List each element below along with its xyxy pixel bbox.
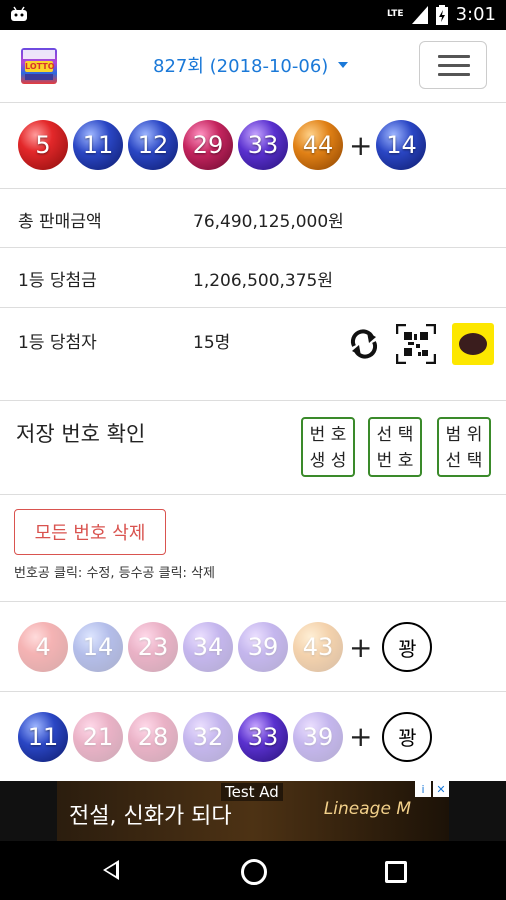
result-badge[interactable]: 꽝 <box>382 622 433 672</box>
refresh-icon[interactable] <box>348 328 380 360</box>
select-line1: 선 택 <box>376 425 414 445</box>
ad-headline: 전설, 신화가 되다 <box>69 804 232 829</box>
number-ball[interactable]: 23 <box>128 622 178 672</box>
delete-all-button[interactable]: 모든 번호 삭제 <box>14 509 166 555</box>
total-sales-value: 76,490,125,000원 <box>193 212 344 232</box>
winning-ball[interactable]: 33 <box>238 120 288 170</box>
saved-row: 4 14 23 34 39 43 + 꽝 <box>0 601 506 692</box>
number-ball[interactable]: 11 <box>18 711 68 762</box>
clock: 3:01 <box>455 4 496 25</box>
saved-numbers-title: 저장 번호 확인 <box>16 422 146 446</box>
hamburger-line <box>438 64 470 67</box>
logo-mid-text: LOTTO <box>25 61 55 72</box>
total-sales-row: 총 판매금액 76,490,125,000원 <box>0 188 506 248</box>
winning-ball[interactable]: 12 <box>128 120 178 170</box>
number-ball[interactable]: 43 <box>293 622 343 672</box>
hamburger-icon <box>438 55 470 58</box>
range-select-button[interactable]: 범 위 선 택 <box>437 417 491 477</box>
winning-ball[interactable]: 44 <box>293 120 343 170</box>
qr-code-icon[interactable] <box>396 324 436 364</box>
logo-band <box>25 74 53 80</box>
status-bar: LTE 3:01 <box>0 0 506 30</box>
app-header: LOTTO 827회 (2018-10-06) <box>0 30 506 103</box>
first-winners-row: 1등 당첨자 15명 <box>0 307 506 401</box>
action-icons <box>348 323 494 365</box>
result-badge[interactable]: 꽝 <box>382 711 433 762</box>
app-logo[interactable]: LOTTO <box>21 48 57 84</box>
ad-creative[interactable]: 전설, 신화가 되다 Test Ad Lineage M i ✕ <box>57 781 449 841</box>
saved-numbers-header: 저장 번호 확인 번 호 생 성 선 택 번 호 범 위 선 택 <box>0 400 506 496</box>
home-icon[interactable] <box>241 859 267 885</box>
chat-bubble-icon <box>459 333 487 355</box>
network-type: LTE <box>387 9 404 19</box>
usage-hint: 번호공 클릭: 수정, 등수공 클릭: 삭제 <box>14 566 215 581</box>
plus-sign: + <box>349 128 373 162</box>
first-prize-label: 1등 당첨금 <box>18 271 97 291</box>
select-numbers-button[interactable]: 선 택 번 호 <box>368 417 422 477</box>
battery-icon <box>435 4 448 25</box>
first-winners-label: 1등 당첨자 <box>18 333 97 353</box>
winning-numbers-row: 5 11 12 29 33 44 +14 <box>0 102 506 188</box>
ad-brand: Lineage M <box>323 799 411 819</box>
range-line2: 선 택 <box>445 451 483 471</box>
system-nav-bar <box>0 841 506 900</box>
number-ball[interactable]: 33 <box>238 711 288 762</box>
recents-icon[interactable] <box>385 861 407 883</box>
number-ball[interactable]: 21 <box>73 711 123 762</box>
number-ball[interactable]: 4 <box>18 622 68 672</box>
select-line2: 번 호 <box>376 451 414 471</box>
ad-info-icon[interactable]: i <box>415 781 431 797</box>
winning-ball[interactable]: 29 <box>183 120 233 170</box>
menu-button[interactable] <box>419 41 487 89</box>
saved-row: 11 21 28 32 33 39 + 꽝 <box>0 691 506 781</box>
first-winners-value: 15명 <box>193 333 231 353</box>
generate-numbers-button[interactable]: 번 호 생 성 <box>301 417 355 477</box>
plus-sign: + <box>349 720 373 753</box>
logo-top-text <box>23 50 55 59</box>
range-line1: 범 위 <box>445 425 483 445</box>
number-ball[interactable]: 39 <box>238 622 288 672</box>
bonus-ball[interactable]: 14 <box>376 120 427 170</box>
kakao-share-icon[interactable] <box>452 323 494 365</box>
generate-line2: 생 성 <box>309 451 347 471</box>
round-label: 827회 (2018-10-06) <box>153 56 329 77</box>
round-selector[interactable]: 827회 (2018-10-06) <box>153 52 349 78</box>
number-ball[interactable]: 34 <box>183 622 233 672</box>
number-ball[interactable]: 28 <box>128 711 178 762</box>
back-icon[interactable] <box>103 860 119 880</box>
hamburger-line <box>438 73 470 76</box>
ad-banner[interactable]: 전설, 신화가 되다 Test Ad Lineage M i ✕ <box>0 781 506 841</box>
plus-sign: + <box>349 630 373 664</box>
first-prize-value: 1,206,500,375원 <box>193 271 334 291</box>
android-icon <box>11 6 27 21</box>
delete-section: 모든 번호 삭제 번호공 클릭: 수정, 등수공 클릭: 삭제 <box>0 494 506 603</box>
ad-test-label: Test Ad <box>221 783 283 801</box>
winning-ball[interactable]: 11 <box>73 120 123 170</box>
ad-controls: i ✕ <box>415 781 449 797</box>
signal-icon <box>411 5 428 24</box>
number-ball[interactable]: 39 <box>293 711 343 762</box>
winning-ball[interactable]: 5 <box>18 120 68 170</box>
generate-line1: 번 호 <box>309 425 347 445</box>
caret-down-icon <box>338 62 349 68</box>
first-prize-row: 1등 당첨금 1,206,500,375원 <box>0 247 506 307</box>
number-ball[interactable]: 32 <box>183 711 233 762</box>
number-ball[interactable]: 14 <box>73 622 123 672</box>
ad-close-icon[interactable]: ✕ <box>433 781 449 797</box>
total-sales-label: 총 판매금액 <box>18 212 102 232</box>
